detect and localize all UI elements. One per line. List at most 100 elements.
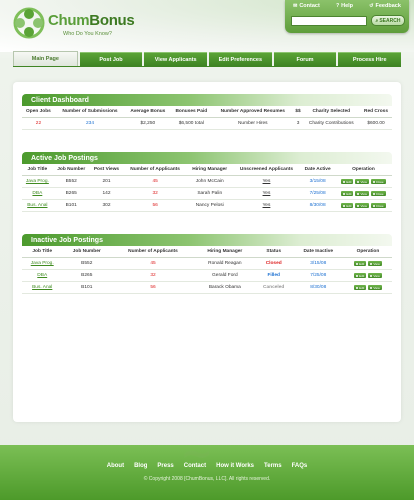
unscreened-link[interactable]: Yes [232, 199, 301, 212]
job-number: B552 [62, 257, 112, 270]
footer-swirl-decoration: ~ [180, 430, 214, 477]
active-jobs-table: Job Title Job Number Post Views Number o… [22, 164, 392, 212]
feedback-link[interactable]: ↺ Feedback [369, 3, 401, 9]
job-number: B101 [62, 281, 112, 294]
close-button[interactable]: Close [370, 179, 386, 184]
tab-process-hire[interactable]: Process Hire [338, 52, 402, 66]
applicant-count: 56 [123, 199, 187, 212]
hiring-manager: Sarah Palin [186, 187, 233, 200]
col-header: Number Approved Resumes [212, 106, 294, 118]
edit-button[interactable]: Edit [341, 191, 354, 196]
col-header: Job Number [62, 246, 112, 258]
table-row: Bus. Anal B101 302 56 Nancy Pelosi Yes 8… [22, 199, 392, 212]
applicant-count: 45 [123, 175, 187, 188]
col-header: Post Views [89, 164, 124, 176]
date-active: 7/25/08 [300, 187, 335, 200]
tab-view-applicants[interactable]: View Applicants [144, 52, 208, 66]
close-button[interactable]: Close [370, 191, 386, 196]
col-header: Job Title [22, 246, 63, 258]
footer-links: About Blog Press Contact How it Works Te… [0, 463, 414, 469]
table-row: 22 234 $2,250 $6,500 total Number Hires … [22, 117, 392, 130]
status-badge: Filled [254, 269, 293, 282]
open-jobs-value: 22 [22, 117, 55, 130]
col-header: Operation [343, 246, 392, 258]
edit-button[interactable]: Edit [354, 285, 367, 290]
unscreened-link[interactable]: Yes [232, 187, 301, 200]
view-button[interactable]: View [355, 179, 369, 184]
col-header: Number of Applicants [123, 164, 187, 176]
footer-link-contact[interactable]: Contact [184, 463, 206, 469]
edit-button[interactable]: Edit [354, 273, 367, 278]
job-title-link[interactable]: DBA [22, 269, 63, 282]
col-header: Charity Selected [302, 106, 361, 118]
average-bonus-value: $2,250 [125, 117, 171, 130]
view-button[interactable]: View [355, 191, 369, 196]
job-title-link[interactable]: Bus. Anal [22, 281, 63, 294]
col-header: Unscreened Applicants [232, 164, 301, 176]
top-utility-box: ✉ Contact ? Help ↺ Feedback ⌕ SEARCH [285, 0, 409, 33]
job-title-link[interactable]: Java Prog. [22, 175, 53, 188]
edit-button[interactable]: Edit [341, 179, 354, 184]
tab-post-job[interactable]: Post Job [79, 52, 143, 66]
job-title-link[interactable]: DBA [22, 187, 53, 200]
job-title-link[interactable]: Bus. Anal [22, 199, 53, 212]
view-button[interactable]: View [355, 203, 369, 208]
footer-link-about[interactable]: About [107, 463, 124, 469]
date-active: 8/30/08 [300, 199, 335, 212]
edit-button[interactable]: Edit [341, 203, 354, 208]
dashboard-table: Open Jobs Number of Submissions Average … [22, 106, 392, 130]
edit-button[interactable]: Edit [354, 261, 367, 266]
col-header: Hiring Manager [194, 246, 255, 258]
col-header: Operation [334, 164, 392, 176]
contact-link[interactable]: ✉ Contact [293, 3, 320, 9]
table-row: Java Prog. B552 201 45 John McCain Yes 3… [22, 175, 392, 188]
search-input[interactable] [291, 16, 367, 26]
post-views: 302 [89, 199, 124, 212]
tab-edit-preferences[interactable]: Edit Preferences [209, 52, 272, 66]
col-header: Hiring Manager [186, 164, 233, 176]
close-button[interactable]: Close [370, 203, 386, 208]
col-header: Average Bonus [125, 106, 171, 118]
tab-forum[interactable]: Forum [273, 52, 337, 66]
hiring-manager: Gerald Ford [194, 269, 255, 282]
view-button[interactable]: View [368, 273, 382, 278]
help-link[interactable]: ? Help [336, 3, 353, 9]
copyright: © Copyright 2008 [ChumBonus, LLC]. All r… [143, 476, 271, 482]
job-title-link[interactable]: Java Prog. [22, 257, 63, 270]
status-badge: Closed [254, 257, 293, 270]
unscreened-link[interactable]: Yes [232, 175, 301, 188]
view-button[interactable]: View [368, 285, 382, 290]
mail-icon: ✉ [293, 3, 298, 9]
applicant-count: 45 [111, 257, 195, 270]
footer-link-terms[interactable]: Terms [264, 463, 282, 469]
hiring-manager: John McCain [186, 175, 233, 188]
col-header: Date Inactive [292, 246, 344, 258]
section-title: Inactive Job Postings [22, 234, 392, 246]
section-title: Active Job Postings [22, 152, 392, 164]
main-content: Client Dashboard Open Jobs Number of Sub… [13, 82, 401, 422]
search-button[interactable]: ⌕ SEARCH [371, 15, 405, 26]
client-dashboard: Client Dashboard Open Jobs Number of Sub… [22, 94, 392, 130]
section-title: Client Dashboard [22, 94, 392, 106]
footer-link-how-it-works[interactable]: How it Works [216, 463, 254, 469]
applicant-count: 56 [111, 281, 195, 294]
brand-name[interactable]: ChumBonus [48, 12, 135, 29]
col-header: Red Cross [360, 106, 392, 118]
red-cross-value: $600.00 [360, 117, 392, 130]
table-row: DBA B265 32 Gerald Ford Filled 7/25/08 E… [22, 269, 392, 282]
table-row: DBA B265 142 32 Sarah Palin Yes 7/25/08 … [22, 187, 392, 200]
hiring-manager: Barack Obama [194, 281, 255, 294]
view-button[interactable]: View [368, 261, 382, 266]
footer-link-press[interactable]: Press [157, 463, 173, 469]
date-active: 3/15/08 [300, 175, 335, 188]
hiring-manager: Nancy Pelosi [186, 199, 233, 212]
footer-link-blog[interactable]: Blog [134, 463, 147, 469]
applicant-count: 32 [123, 187, 187, 200]
inactive-job-postings: Inactive Job Postings Job Title Job Numb… [22, 234, 392, 294]
table-row: Java Prog. B552 45 Ronald Reagan Closed … [22, 257, 392, 270]
post-views: 201 [89, 175, 124, 188]
tab-main-page[interactable]: Main Page [13, 51, 78, 66]
col-header: Number of Applicants [111, 246, 195, 258]
col-header: Status [254, 246, 293, 258]
footer-link-faqs[interactable]: FAQs [292, 463, 308, 469]
